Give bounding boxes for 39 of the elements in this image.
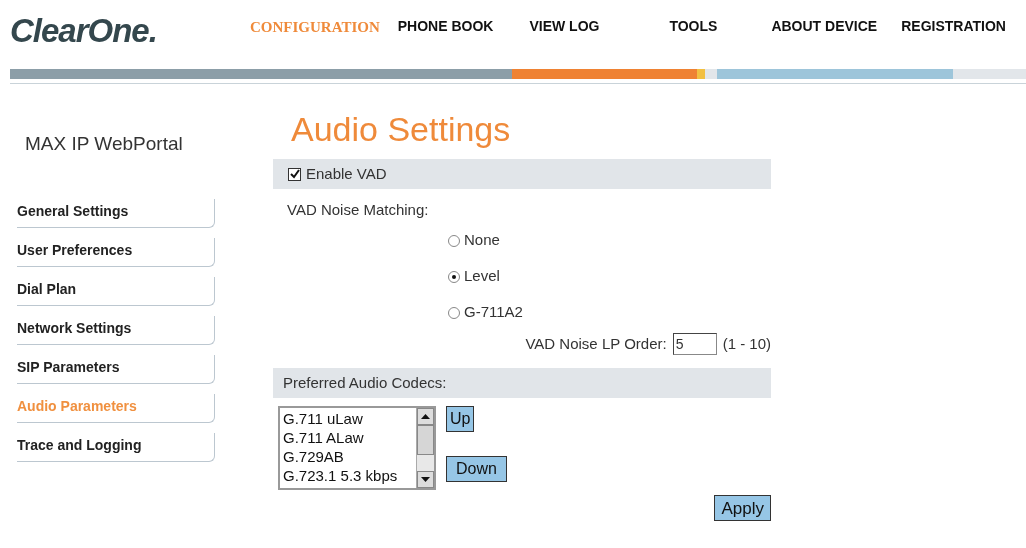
- nav-tab[interactable]: PHONE BOOK: [397, 16, 494, 39]
- nav-tab[interactable]: VIEW LOG: [529, 16, 600, 39]
- scroll-thumb[interactable]: [417, 425, 434, 455]
- input-field[interactable]: 5: [672, 332, 717, 355]
- list-item[interactable]: G.711 uLaw: [283, 409, 416, 428]
- radio-button[interactable]: [448, 234, 460, 247]
- sidebar-item[interactable]: User Preferences: [17, 237, 215, 267]
- field-label: VAD Noise LP Order:: [525, 333, 667, 354]
- range-hint: (1 - 10): [722, 333, 771, 354]
- apply-button[interactable]: Apply: [714, 495, 771, 521]
- field-label: VAD Noise Matching:: [287, 200, 430, 220]
- scroll-down-icon[interactable]: [417, 471, 434, 488]
- sidebar-item[interactable]: Network Settings: [17, 315, 215, 345]
- radio-label: G-711A2: [464, 302, 523, 323]
- nav-tab[interactable]: TOOLS: [669, 16, 718, 39]
- sidebar-item[interactable]: General Settings: [17, 198, 215, 228]
- scrollbar[interactable]: [416, 408, 434, 488]
- radio-button[interactable]: [448, 306, 460, 319]
- page-title: Audio Settings: [291, 112, 512, 146]
- codec-list[interactable]: G.711 uLaw G.711 ALaw G.729AB G.723.1 5.3 kbps: [278, 406, 436, 490]
- list-item[interactable]: G.711 ALaw: [283, 428, 416, 447]
- radio-button[interactable]: [448, 270, 460, 283]
- up-button[interactable]: Up: [446, 406, 475, 432]
- radio-label: Level: [464, 266, 500, 287]
- down-button[interactable]: Down: [446, 456, 507, 482]
- checkbox[interactable]: [288, 167, 301, 181]
- scroll-up-icon[interactable]: [417, 408, 434, 425]
- list-item[interactable]: G.723.1 5.3 kbps: [283, 466, 416, 485]
- sidebar-item[interactable]: Dial Plan: [17, 276, 215, 306]
- nav-tab[interactable]: REGISTRATION: [901, 16, 1006, 39]
- list-item[interactable]: G.729AB: [283, 447, 416, 466]
- sidebar-item[interactable]: Trace and Logging: [17, 432, 215, 462]
- nav-tab[interactable]: ABOUT DEVICE: [771, 16, 878, 39]
- checkbox-label: Enable VAD: [306, 163, 387, 184]
- logo: ClearOne.: [10, 14, 158, 47]
- sidebar-item[interactable]: SIP Parameters: [17, 354, 215, 384]
- portal-title: MAX IP WebPortal: [25, 132, 184, 156]
- section-header: Preferred Audio Codecs:: [273, 368, 771, 398]
- radio-label: None: [464, 230, 500, 251]
